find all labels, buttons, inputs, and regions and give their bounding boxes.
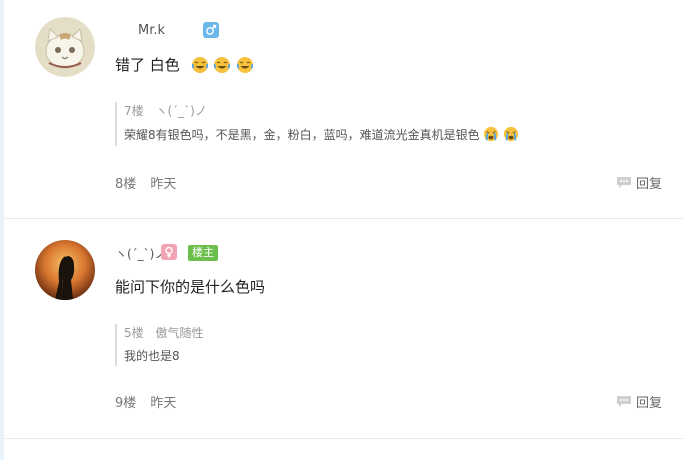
comment-item: ヽ(ˊ_ˋ)ノ 楼主 能问下你的是什么色吗 5楼 傲气随性 我的也是8 9楼 昨… [5,220,683,439]
quote-text: 我的也是8 [124,349,180,363]
quote-text-wrap: 我的也是8 [124,348,211,364]
comment-content: 能问下你的是什么色吗 [115,276,265,297]
reply-label: 回复 [635,396,662,411]
quote-author[interactable]: 傲气随性 [155,326,203,340]
reply-label: 回复 [635,177,662,192]
post-time: 昨天 [150,177,177,192]
male-icon [203,22,219,38]
comment-text: 错了 白色 [115,56,180,74]
reply-button[interactable]: 回复 [616,392,662,411]
comment-content: 错了 白色 [115,54,254,75]
avatar[interactable] [35,240,95,300]
laugh-cry-emoji-icon [236,57,254,73]
username[interactable]: Mr.k [138,23,165,38]
floor-number: 8楼 [115,177,137,192]
username[interactable]: ヽ(ˊ_ˋ)ノ [115,245,166,262]
thread-owner-badge: 楼主 [188,245,218,261]
floor-number: 9楼 [115,396,137,411]
comment-meta: 8楼 昨天 [115,173,186,192]
quote-floor: 7楼 [124,104,144,118]
comment-item: Mr.k 错了 白色 7楼 ヽ(ˊ_ˋ)ノ 荣耀8有银色吗，不是黑，金，粉白，蓝… [5,0,683,219]
quote-text: 荣耀8有银色吗，不是黑，金，粉白，蓝吗，难道流光金真机是银色 [124,128,480,142]
quoted-reply: 7楼 ヽ(ˊ_ˋ)ノ 荣耀8有银色吗，不是黑，金，粉白，蓝吗，难道流光金真机是银… [115,102,519,146]
female-icon [161,244,177,260]
avatar[interactable] [35,17,95,77]
quoted-reply: 5楼 傲气随性 我的也是8 [115,324,211,366]
quote-text-wrap: 荣耀8有银色吗，不是黑，金，粉白，蓝吗，难道流光金真机是银色 [124,126,519,143]
quote-author[interactable]: ヽ(ˊ_ˋ)ノ [155,104,206,118]
comment-bubble-icon [616,177,631,188]
left-rail [0,0,4,460]
reply-button[interactable]: 回复 [616,173,662,192]
comment-text: 能问下你的是什么色吗 [115,278,266,296]
post-time: 昨天 [150,396,177,411]
crying-emoji-icon [484,126,499,142]
laugh-cry-emoji-icon [214,57,231,73]
comment-meta: 9楼 昨天 [115,392,186,411]
laugh-cry-emoji-icon [191,57,208,73]
comment-bubble-icon [616,396,631,407]
crying-emoji-icon [504,126,519,142]
quote-floor: 5楼 [124,326,144,340]
